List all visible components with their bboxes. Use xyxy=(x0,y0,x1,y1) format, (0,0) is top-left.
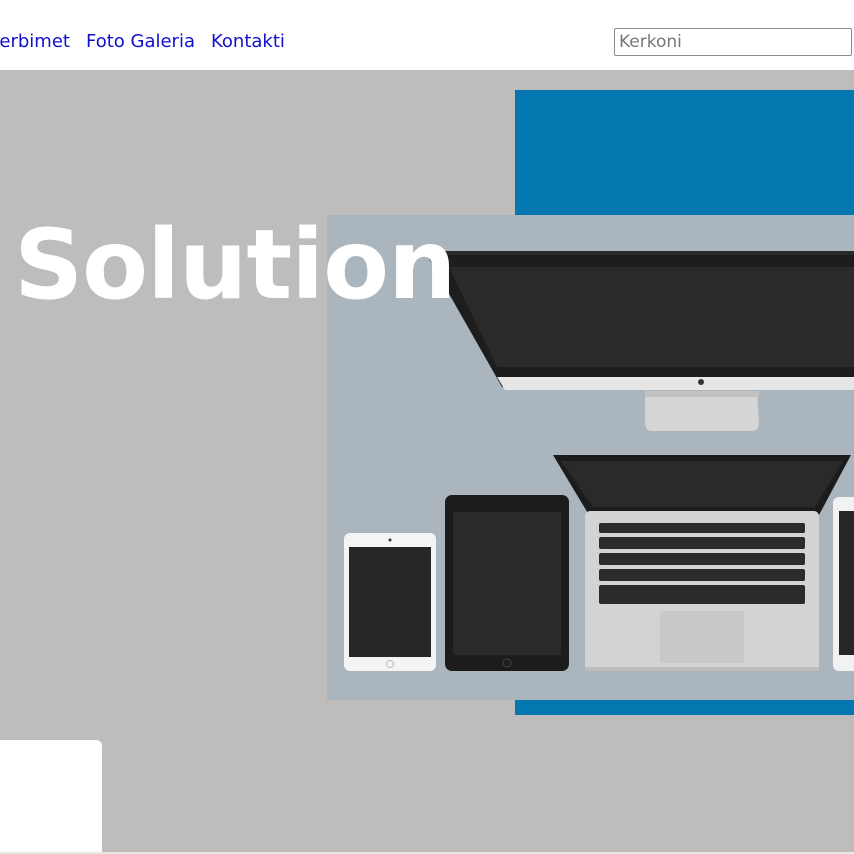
hero-title: Solution xyxy=(14,209,456,321)
nav-link-foto-galeria[interactable]: Foto Galeria xyxy=(86,30,195,54)
accent-block-bottom xyxy=(515,700,854,715)
main-nav: herbimet Foto Galeria Kontakti xyxy=(0,30,285,54)
search-input[interactable] xyxy=(614,28,852,56)
hero-banner: Solution xyxy=(0,70,854,852)
page: herbimet Foto Galeria Kontakti xyxy=(0,0,854,854)
nav-link-kontakti[interactable]: Kontakti xyxy=(211,30,285,54)
laptop-icon xyxy=(553,455,851,671)
imac-icon xyxy=(427,251,854,431)
nav-link-sherbimet[interactable]: herbimet xyxy=(0,30,70,54)
tablet-black-icon xyxy=(445,495,569,671)
top-navigation-bar: herbimet Foto Galeria Kontakti xyxy=(0,0,854,70)
accent-block-top xyxy=(515,90,854,215)
phone-icon xyxy=(833,497,854,671)
content-card xyxy=(0,740,102,852)
tablet-white-icon xyxy=(344,533,436,671)
